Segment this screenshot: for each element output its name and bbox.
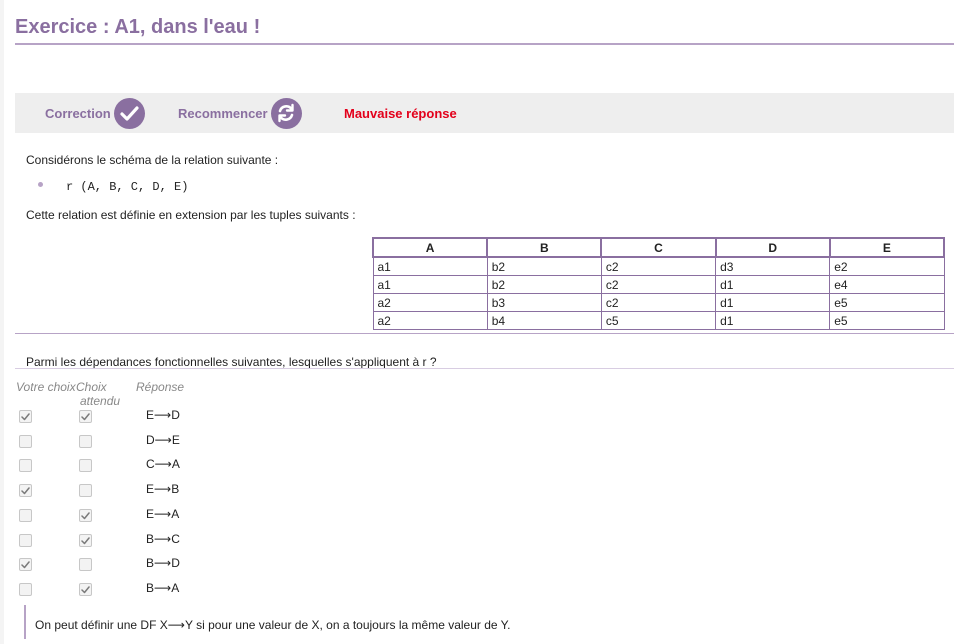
answer-label: D⟶E <box>146 433 180 447</box>
your-choice-checkbox <box>19 435 32 448</box>
table-cell: a1 <box>372 256 488 276</box>
expected-choice-checkbox <box>79 484 92 497</box>
table-header-row: A B C D E <box>371 237 946 258</box>
table-header-cell: E <box>828 237 946 258</box>
expected-choice-checkbox <box>79 583 92 596</box>
your-choice-checkbox <box>19 534 32 547</box>
expected-choice-checkbox <box>79 459 92 472</box>
question-underline <box>15 368 954 369</box>
check-icon <box>113 97 145 129</box>
answer-label: E⟶A <box>146 507 180 521</box>
answer-label: E⟶B <box>146 482 180 496</box>
answer-label: B⟶A <box>146 581 180 595</box>
answer-column-header: Réponse <box>136 380 185 394</box>
table-cell: b2 <box>486 256 602 276</box>
table-header-cell: C <box>600 237 717 258</box>
your-choice-checkbox <box>19 484 32 497</box>
intro-text: Considérons le schéma de la relation sui… <box>26 153 279 167</box>
table-cell: b4 <box>486 311 602 330</box>
title-underline <box>15 43 954 45</box>
table-cell: e5 <box>829 293 945 312</box>
restart-label: Recommencer <box>178 105 268 121</box>
section-divider <box>15 333 954 334</box>
correction-label: Correction <box>45 105 111 121</box>
table-header-cell: A <box>371 237 489 258</box>
answer-label: B⟶D <box>146 556 180 570</box>
expected-choice-checkbox <box>79 558 92 571</box>
expected-choice-checkbox <box>79 435 92 448</box>
toolbar: Correction Recommencer Mauvaise réponse <box>15 93 954 133</box>
restart-button[interactable]: Recommencer <box>178 93 302 133</box>
relation-table: A B C D E a1 b2 c2 d3 e2 a1 b2 c2 d1 e4 … <box>371 237 946 330</box>
relation-schema: r (A, B, C, D, E) <box>66 180 189 194</box>
expected-choice-checkbox <box>79 509 92 522</box>
table-cell: b2 <box>486 275 602 294</box>
answer-label: C⟶A <box>146 457 180 471</box>
table-header-cell: B <box>486 237 603 258</box>
table-cell: a2 <box>372 293 488 312</box>
refresh-icon <box>270 97 302 129</box>
your-choice-checkbox <box>19 558 32 571</box>
your-choice-checkbox <box>19 459 32 472</box>
table-cell: c2 <box>600 293 717 312</box>
table-cell: c5 <box>600 311 717 330</box>
table-cell: e5 <box>829 311 945 330</box>
left-margin-rule <box>0 0 4 644</box>
table-cell: a1 <box>372 275 488 294</box>
question-text: Parmi les dépendances fonctionnelles sui… <box>26 355 437 369</box>
your-choice-checkbox <box>19 509 32 522</box>
table-cell: c2 <box>600 275 717 294</box>
table-cell: d1 <box>715 293 831 312</box>
table-cell: e4 <box>829 275 945 294</box>
table-cell: b3 <box>486 293 602 312</box>
correction-button[interactable]: Correction <box>45 93 145 133</box>
your-choice-checkbox <box>19 410 32 423</box>
table-row: a1 b2 c2 d3 e2 <box>372 256 945 276</box>
table-cell: d3 <box>715 256 831 276</box>
table-row: a2 b3 c2 d1 e5 <box>372 293 945 312</box>
explanation-text: On peut définir une DF X⟶Y si pour une v… <box>35 618 511 632</box>
expected-choice-checkbox <box>79 534 92 547</box>
answer-label: E⟶D <box>146 408 180 422</box>
bullet-icon <box>38 182 43 187</box>
table-row: a2 b4 c5 d1 e5 <box>372 311 945 330</box>
table-row: a1 b2 c2 d1 e4 <box>372 275 945 294</box>
table-cell: a2 <box>372 311 488 330</box>
answer-label: B⟶C <box>146 532 180 546</box>
expected-choice-checkbox <box>79 410 92 423</box>
table-cell: c2 <box>600 256 717 276</box>
extension-text: Cette relation est définie en extension … <box>26 208 356 222</box>
table-cell: d1 <box>715 311 831 330</box>
expected-choice-column-header-line2: attendu <box>80 394 121 408</box>
answer-status: Mauvaise réponse <box>344 105 457 121</box>
table-header-cell: D <box>714 237 831 258</box>
table-cell: d1 <box>715 275 831 294</box>
table-cell: e2 <box>829 256 945 276</box>
page-title: Exercice : A1, dans l'eau ! <box>15 16 261 38</box>
your-choice-column-header: Votre choix <box>16 380 76 394</box>
your-choice-checkbox <box>19 583 32 596</box>
expected-choice-column-header-line1: Choix <box>76 380 107 394</box>
explanation-bar <box>24 605 26 639</box>
